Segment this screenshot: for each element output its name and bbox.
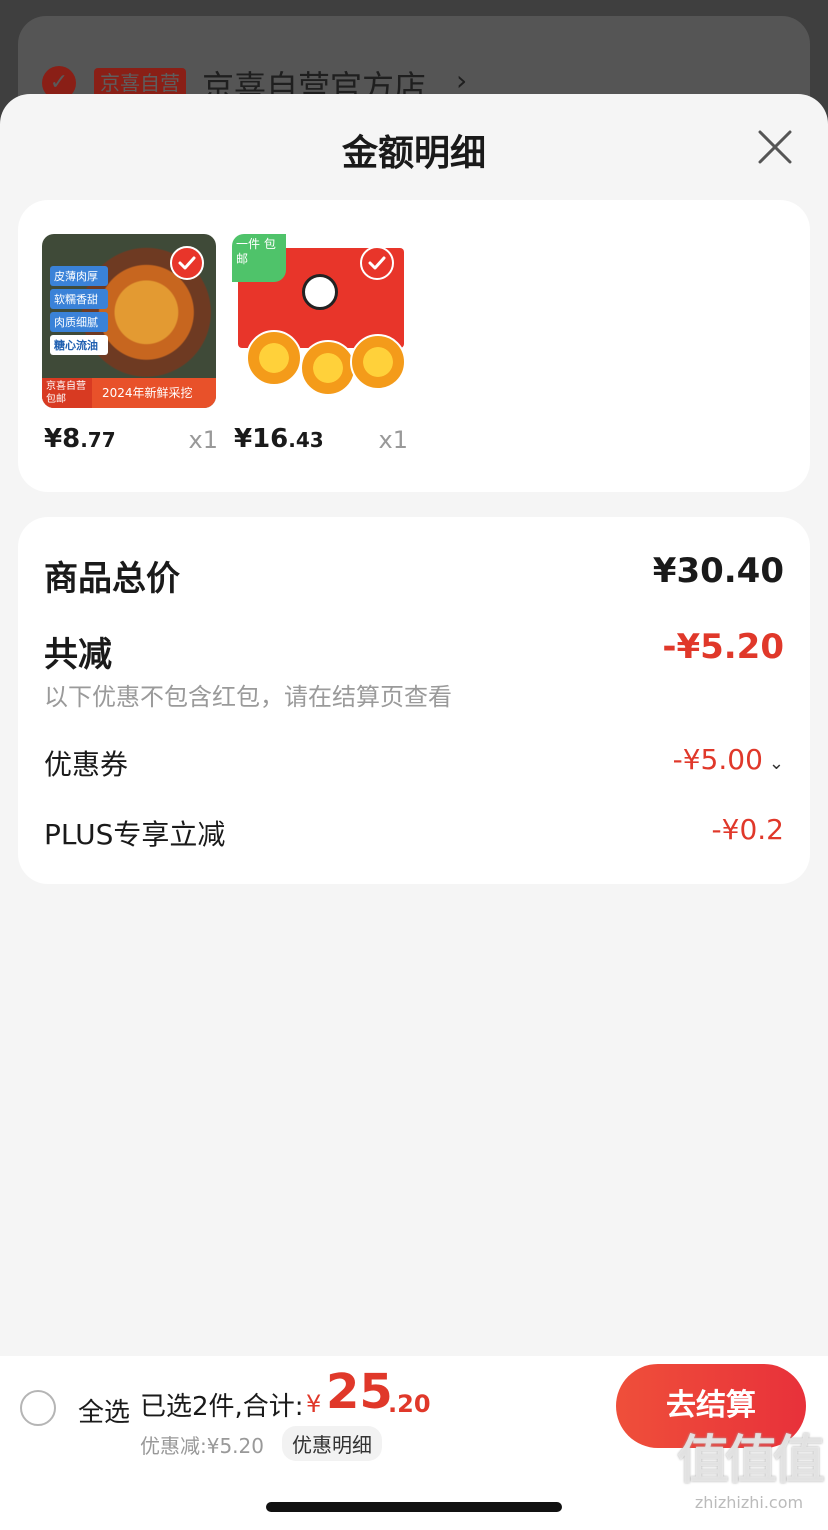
coupon-label: 优惠券: [44, 748, 129, 781]
price-dec: .43: [288, 428, 324, 452]
image-tag: 肉质细腻: [50, 312, 108, 332]
close-button[interactable]: [752, 124, 798, 170]
product-price: ¥16.43: [234, 424, 324, 454]
store-chevron-icon: ›: [456, 64, 468, 97]
plus-discount-label: PLUS专享立减: [44, 818, 226, 851]
watermark-url: zhizhizhi.com: [694, 1493, 804, 1512]
price-dec: .77: [80, 428, 116, 452]
orange-fruit-icon: [246, 330, 302, 386]
plus-discount-value: -¥0.2: [711, 813, 784, 846]
chevron-down-icon[interactable]: ⌄: [769, 753, 784, 774]
image-footer-left: 京喜自营 包邮: [42, 378, 92, 408]
orange-fruit-icon: [350, 334, 406, 390]
free-shipping-corner: 一件 包邮: [232, 234, 286, 282]
total-price-value: ¥30.40: [652, 551, 784, 591]
total-reduce-value: -¥5.20: [662, 627, 784, 667]
summary-card: 商品总价 ¥30.40 共减 -¥5.20 以下优惠不包含红包，请在结算页查看 …: [18, 517, 810, 884]
image-tag: 软糯香甜: [50, 289, 108, 309]
total-amount-dec: .20: [388, 1390, 431, 1418]
product-image-footer: 京喜自营 包邮 2024年新鲜采挖: [42, 378, 216, 408]
product-image-tags: 皮薄肉厚 软糯香甜 肉质细腻 糖心流油: [50, 266, 108, 358]
total-currency: ¥: [306, 1390, 322, 1418]
product-qty: x1: [188, 426, 218, 454]
image-tag: 皮薄肉厚: [50, 266, 108, 286]
image-tag: 糖心流油: [50, 335, 108, 355]
total-reduce-label: 共减: [44, 635, 112, 675]
home-indicator[interactable]: [266, 1502, 562, 1512]
total-amount-int: 25: [326, 1364, 393, 1420]
discount-summary: 优惠减:¥5.20: [140, 1434, 264, 1458]
product-qty: x1: [378, 426, 408, 454]
selected-check-icon[interactable]: [360, 246, 394, 280]
site-watermark: 值值值 zhizhizhi.com: [676, 1418, 825, 1512]
product-item[interactable]: 皮薄肉厚 软糯香甜 肉质细腻 糖心流油 京喜自营 包邮 2024年新鲜采挖 ¥8…: [42, 234, 220, 464]
discount-detail-button[interactable]: 优惠明细: [282, 1426, 382, 1461]
products-card: 皮薄肉厚 软糯香甜 肉质细腻 糖心流油 京喜自营 包邮 2024年新鲜采挖 ¥8…: [18, 200, 810, 492]
total-price-label: 商品总价: [44, 559, 180, 599]
product-image-orange[interactable]: 一件 包邮: [232, 234, 406, 408]
close-icon: [758, 130, 792, 164]
product-item[interactable]: 一件 包邮 ¥16.43 x1: [232, 234, 410, 464]
image-footer-right: 2024年新鲜采挖: [102, 386, 193, 400]
selected-count-text: 已选2件,合计:: [140, 1392, 304, 1422]
selected-check-icon[interactable]: [170, 246, 204, 280]
watermark-logo: 值值值: [676, 1431, 825, 1491]
product-price: ¥8.77: [44, 424, 116, 454]
coupon-value-wrap[interactable]: -¥5.00 ⌄: [673, 743, 784, 776]
price-int: ¥16: [234, 424, 289, 454]
price-int: ¥8: [44, 424, 81, 454]
select-all-checkbox[interactable]: [20, 1390, 56, 1426]
coupon-value: -¥5.00: [672, 743, 763, 776]
panda-logo-icon: [302, 274, 338, 310]
product-image-sweet-potato[interactable]: 皮薄肉厚 软糯香甜 肉质细腻 糖心流油 京喜自营 包邮 2024年新鲜采挖: [42, 234, 216, 408]
discount-note: 以下优惠不包含红包，请在结算页查看: [44, 683, 452, 711]
orange-fruit-icon: [300, 340, 356, 396]
select-all-label[interactable]: 全选: [78, 1392, 130, 1429]
sheet-title: 金额明细: [341, 133, 486, 174]
amount-detail-sheet: 金额明细 皮薄肉厚 软糯香甜 肉质细腻 糖心流油 京喜自营 包邮 2024年新鲜…: [0, 94, 828, 1530]
